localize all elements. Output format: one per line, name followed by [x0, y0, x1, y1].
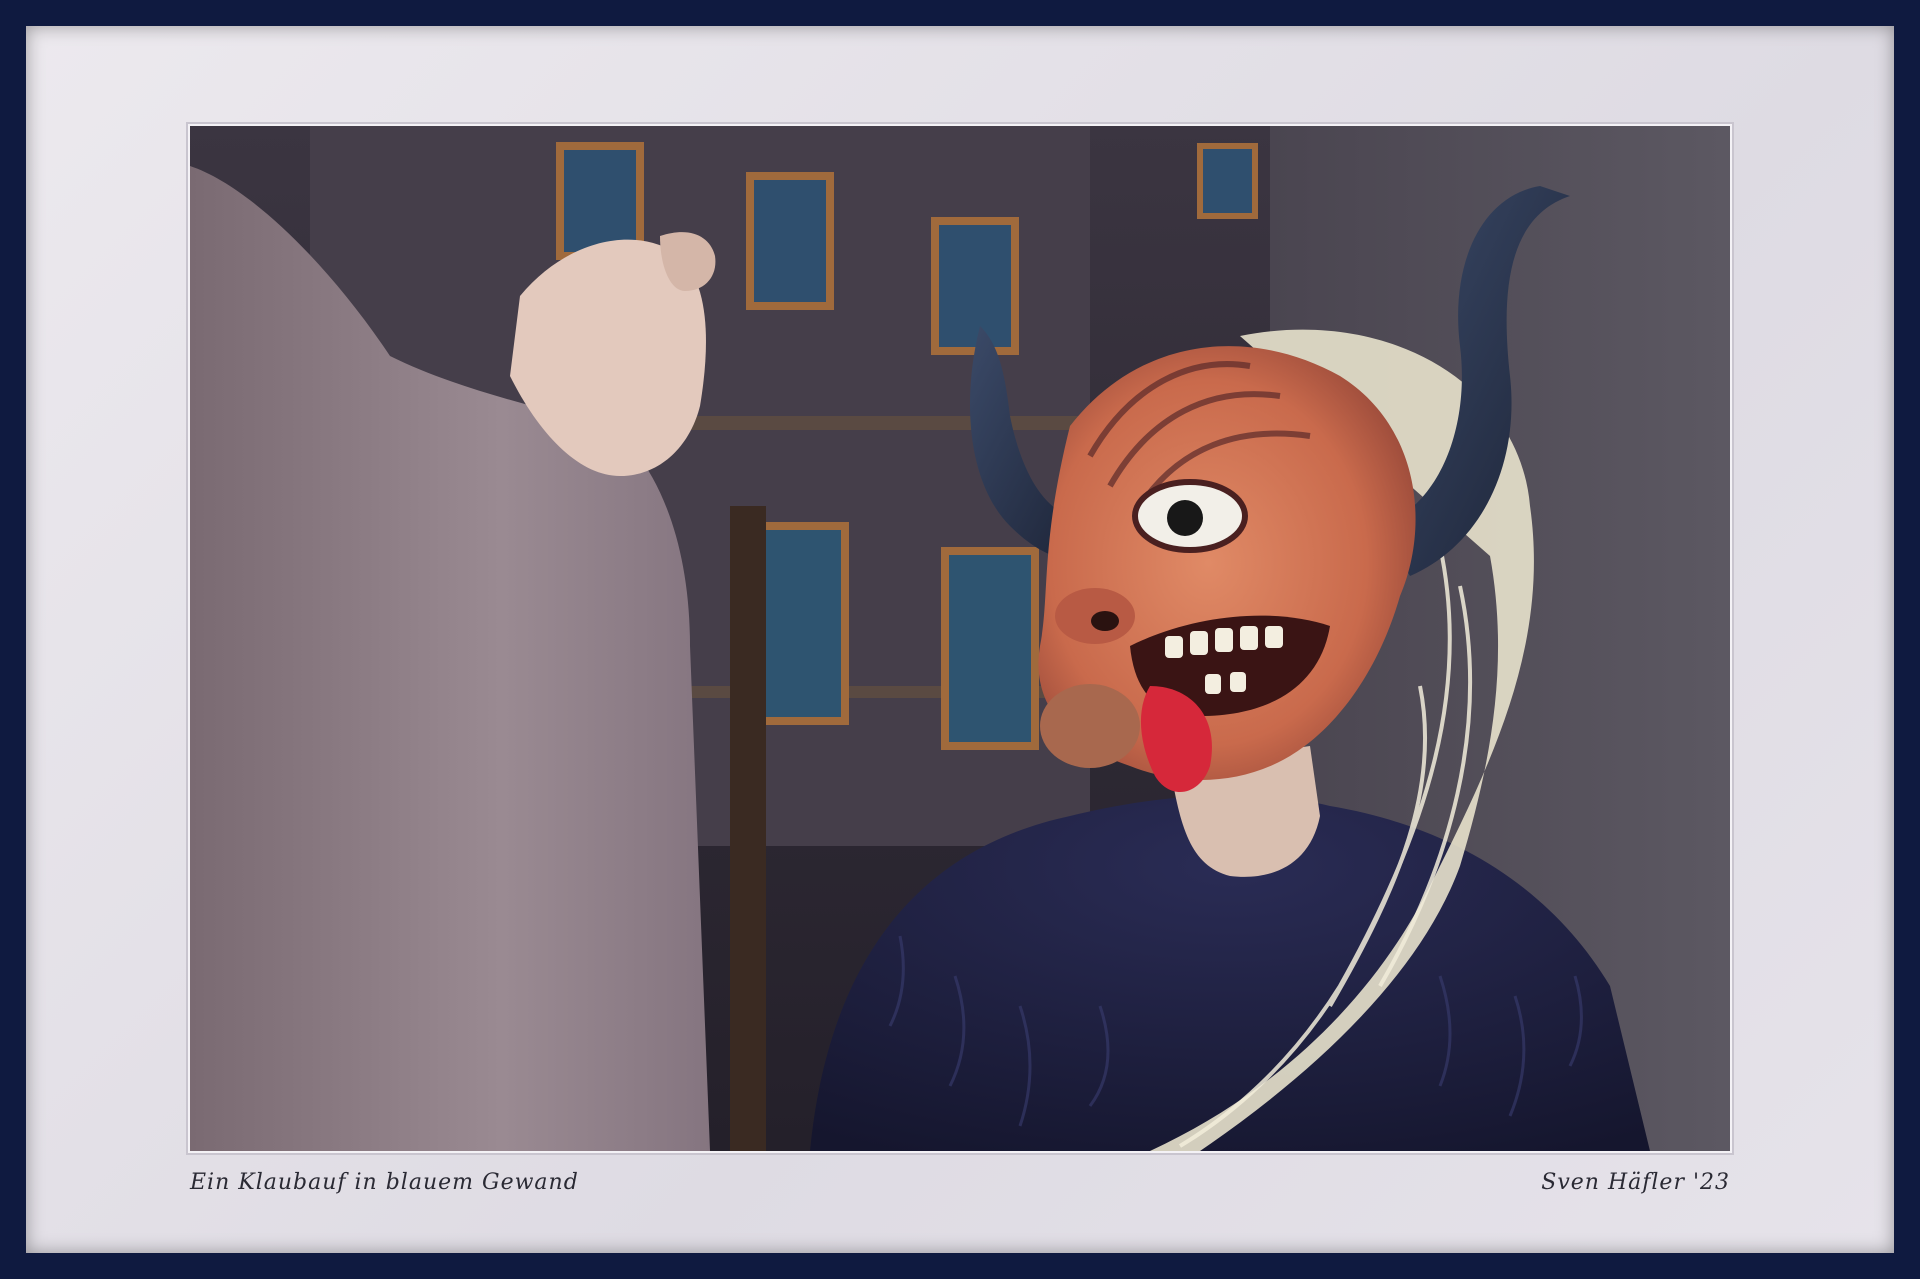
photo-title: Ein Klaubauf in blauem Gewand [190, 1170, 579, 1195]
photographer-signature: Sven Häfler '23 [1541, 1170, 1730, 1195]
mask-pupil [1167, 500, 1203, 536]
krampus-scene [190, 126, 1730, 1151]
photograph [190, 126, 1730, 1151]
mask-nostril [1091, 611, 1119, 631]
wooden-staff [730, 506, 766, 1151]
mask-chin [1040, 684, 1140, 768]
